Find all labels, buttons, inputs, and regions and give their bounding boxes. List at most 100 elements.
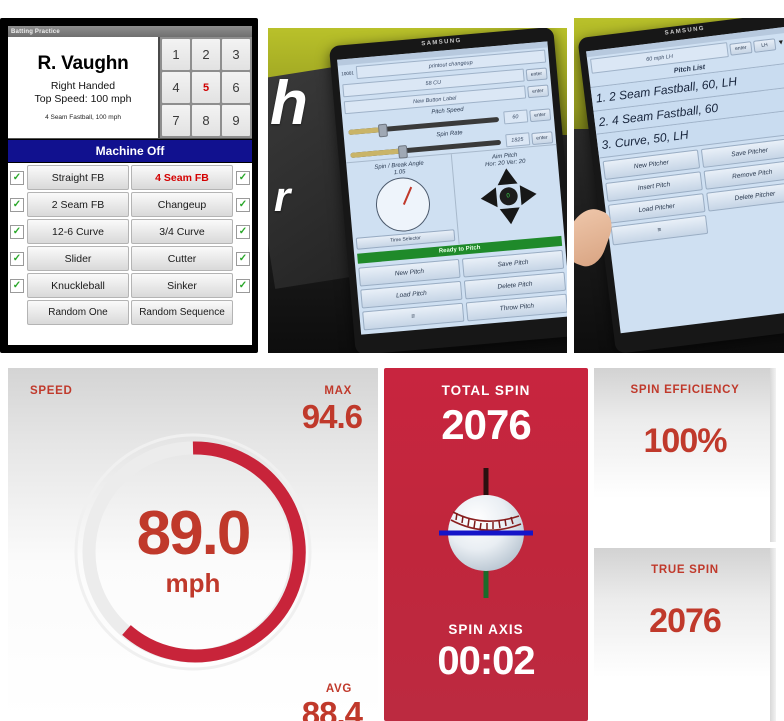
enter-button-1[interactable]: enter bbox=[525, 67, 548, 81]
pitch-checkbox-right[interactable]: ✓ bbox=[236, 278, 250, 293]
pitch-checkbox-left[interactable]: ✓ bbox=[10, 197, 24, 212]
tablet-device-middle: SAMSUNG 10001 printout changeup 58 CU en… bbox=[328, 28, 567, 353]
speed-panel: SPEED MAX 94.6 89.0 mph AVG 88.4 bbox=[8, 368, 378, 721]
random-one-button[interactable]: Random One bbox=[27, 300, 129, 325]
machine-status-bar[interactable]: Machine Off bbox=[8, 139, 252, 163]
pitch-row-random: Random One Random Sequence bbox=[8, 300, 252, 325]
pitch-checkbox-right[interactable]: ✓ bbox=[236, 197, 250, 212]
pitch-button-cutter[interactable]: Cutter bbox=[131, 246, 233, 271]
pitch-row: ✓ Slider Cutter ✓ bbox=[8, 246, 252, 271]
dpad-up-arrow-icon[interactable] bbox=[495, 167, 518, 186]
batting-practice-app-panel: Batting Practice R. Vaughn Right Handed … bbox=[0, 18, 258, 353]
aim-dpad[interactable]: 0 bbox=[478, 166, 539, 227]
pitch-checkbox-left[interactable]: ✓ bbox=[10, 278, 24, 293]
dpad-left-arrow-icon[interactable] bbox=[479, 187, 498, 209]
spin-efficiency-panel: SPIN EFFICIENCY 100% bbox=[594, 368, 776, 542]
scroll-edge[interactable] bbox=[770, 368, 776, 542]
speed-gauge: 89.0 mph bbox=[71, 430, 315, 674]
enter-button-speed[interactable]: enter bbox=[528, 107, 552, 122]
pitch-speed-value[interactable]: 60 bbox=[502, 109, 528, 125]
pitch-button-2-seam-fb[interactable]: 2 Seam FB bbox=[27, 192, 129, 217]
pitch-button-three-quarter-curve[interactable]: 3/4 Curve bbox=[131, 219, 233, 244]
pitch-button-knuckleball[interactable]: Knuckleball bbox=[27, 273, 129, 298]
lower-two-column: Spin / Break Angle 1.05 Time Selector Ai… bbox=[346, 143, 565, 253]
aim-pitch-column: Aim Pitch Hor: 20 Ver: 20 0 bbox=[452, 145, 564, 244]
speed-gauge-readout: 89.0 mph bbox=[71, 430, 315, 674]
banner-letter-r: r bbox=[274, 173, 291, 220]
batter-handedness: Right Handed bbox=[50, 79, 116, 92]
keypad-key-9[interactable]: 9 bbox=[222, 105, 250, 136]
pitch-checkbox-left[interactable]: ✓ bbox=[10, 251, 24, 266]
pitch-checkbox-right[interactable]: ✓ bbox=[236, 170, 250, 185]
pitch-checkbox-left[interactable]: ✓ bbox=[10, 170, 24, 185]
spin-axis-baseball-graphic bbox=[421, 468, 551, 598]
app-title-bar: Batting Practice bbox=[8, 26, 252, 37]
tablet-screen-middle[interactable]: 10001 printout changeup 58 CU enter New … bbox=[337, 41, 567, 335]
keypad-key-5-selected[interactable]: 5 bbox=[192, 72, 220, 103]
keypad-key-4[interactable]: 4 bbox=[162, 72, 190, 103]
pitch-metrics-readout: SPEED MAX 94.6 89.0 mph AVG 88.4 TOTAL S… bbox=[8, 368, 776, 721]
pitch-checkbox-right[interactable]: ✓ bbox=[236, 224, 250, 239]
keypad-key-2[interactable]: 2 bbox=[192, 39, 220, 70]
batter-current-pitch: 4 Seam Fastball, 100 mph bbox=[45, 114, 121, 122]
enter-button-2[interactable]: enter bbox=[526, 83, 550, 98]
speed-value: 89.0 bbox=[136, 499, 252, 569]
batter-info-box: R. Vaughn Right Handed Top Speed: 100 mp… bbox=[8, 37, 160, 138]
spin-break-column: Spin / Break Angle 1.05 Time Selector bbox=[346, 154, 460, 253]
true-spin-value: 2076 bbox=[649, 601, 722, 640]
speed-unit: mph bbox=[165, 567, 221, 598]
pitch-button-4-seam-fb[interactable]: 4 Seam FB bbox=[131, 165, 233, 190]
total-spin-value: 2076 bbox=[441, 401, 531, 448]
slider-fill bbox=[350, 148, 402, 158]
spin-break-dial[interactable] bbox=[373, 175, 432, 234]
slider-knob[interactable] bbox=[398, 144, 409, 159]
keypad-key-3[interactable]: 3 bbox=[222, 39, 250, 70]
pitch-checkbox-left[interactable]: ✓ bbox=[10, 224, 24, 239]
chevron-down-icon[interactable]: ▼ bbox=[777, 39, 784, 47]
enter-button[interactable]: enter bbox=[729, 40, 753, 56]
pitch-selection-grid: ✓ Straight FB 4 Seam FB ✓ ✓ 2 Seam FB Ch… bbox=[8, 163, 252, 345]
batter-top-speed: Top Speed: 100 mph bbox=[34, 92, 132, 105]
handedness-dropdown[interactable]: LH bbox=[752, 37, 777, 53]
spin-rate-value[interactable]: 1825 bbox=[504, 132, 530, 148]
pitch-button-12-6-curve[interactable]: 12-6 Curve bbox=[27, 219, 129, 244]
enter-button-spin[interactable]: enter bbox=[530, 130, 554, 145]
index-label: 10001 bbox=[341, 70, 355, 77]
dpad-down-arrow-icon[interactable] bbox=[499, 207, 521, 226]
keypad-key-7[interactable]: 7 bbox=[162, 105, 190, 136]
numeric-keypad[interactable]: 1 2 3 4 5 6 7 8 9 bbox=[160, 37, 252, 138]
pitch-button-straight-fb[interactable]: Straight FB bbox=[27, 165, 129, 190]
photo-tablet-pitch-designer: h r SAMSUNG 10001 printout changeup 58 C… bbox=[268, 28, 567, 353]
pitch-checkbox-right[interactable]: ✓ bbox=[236, 251, 250, 266]
pitch-button-sinker[interactable]: Sinker bbox=[131, 273, 233, 298]
dpad-right-arrow-icon[interactable] bbox=[519, 183, 537, 206]
speed-label: SPEED bbox=[30, 385, 73, 397]
total-spin-panel: TOTAL SPIN 2076 SPIN AXIS 00:02 bbox=[384, 368, 588, 721]
pitch-row: ✓ 2 Seam FB Changeup ✓ bbox=[8, 192, 252, 217]
avg-speed-value: 88.4 bbox=[301, 695, 363, 721]
banner-letter-h: h bbox=[270, 69, 308, 138]
app-title: Batting Practice bbox=[11, 28, 60, 35]
screenshot-root: Batting Practice R. Vaughn Right Handed … bbox=[0, 0, 784, 721]
pitch-row: ✓ Knuckleball Sinker ✓ bbox=[8, 273, 252, 298]
random-sequence-button[interactable]: Random Sequence bbox=[131, 300, 233, 325]
pitch-row: ✓ Straight FB 4 Seam FB ✓ bbox=[8, 165, 252, 190]
pitch-button-changeup[interactable]: Changeup bbox=[131, 192, 233, 217]
scroll-edge[interactable] bbox=[770, 547, 776, 721]
avg-speed-label: AVG bbox=[325, 683, 352, 695]
baseball-svg bbox=[439, 468, 533, 598]
app-frame: Batting Practice R. Vaughn Right Handed … bbox=[8, 26, 252, 345]
keypad-key-1[interactable]: 1 bbox=[162, 39, 190, 70]
tablet-screen-right[interactable]: 60 mph LH enter LH ▼ Pitch List 1. 2 Sea… bbox=[586, 26, 784, 334]
pitch-row: ✓ 12-6 Curve 3/4 Curve ✓ bbox=[8, 219, 252, 244]
slider-knob[interactable] bbox=[378, 123, 389, 138]
dpad-center-value[interactable]: 0 bbox=[498, 186, 518, 207]
keypad-key-6[interactable]: 6 bbox=[222, 72, 250, 103]
batter-name: R. Vaughn bbox=[37, 52, 129, 74]
spin-efficiency-value: 100% bbox=[643, 422, 728, 460]
right-metrics-column: SPIN EFFICIENCY 100% TRUE SPIN 2076 bbox=[594, 368, 776, 721]
pitch-button-slider[interactable]: Slider bbox=[27, 246, 129, 271]
true-spin-label: TRUE SPIN bbox=[651, 563, 719, 576]
slider-fill bbox=[348, 127, 382, 136]
keypad-key-8[interactable]: 8 bbox=[192, 105, 220, 136]
